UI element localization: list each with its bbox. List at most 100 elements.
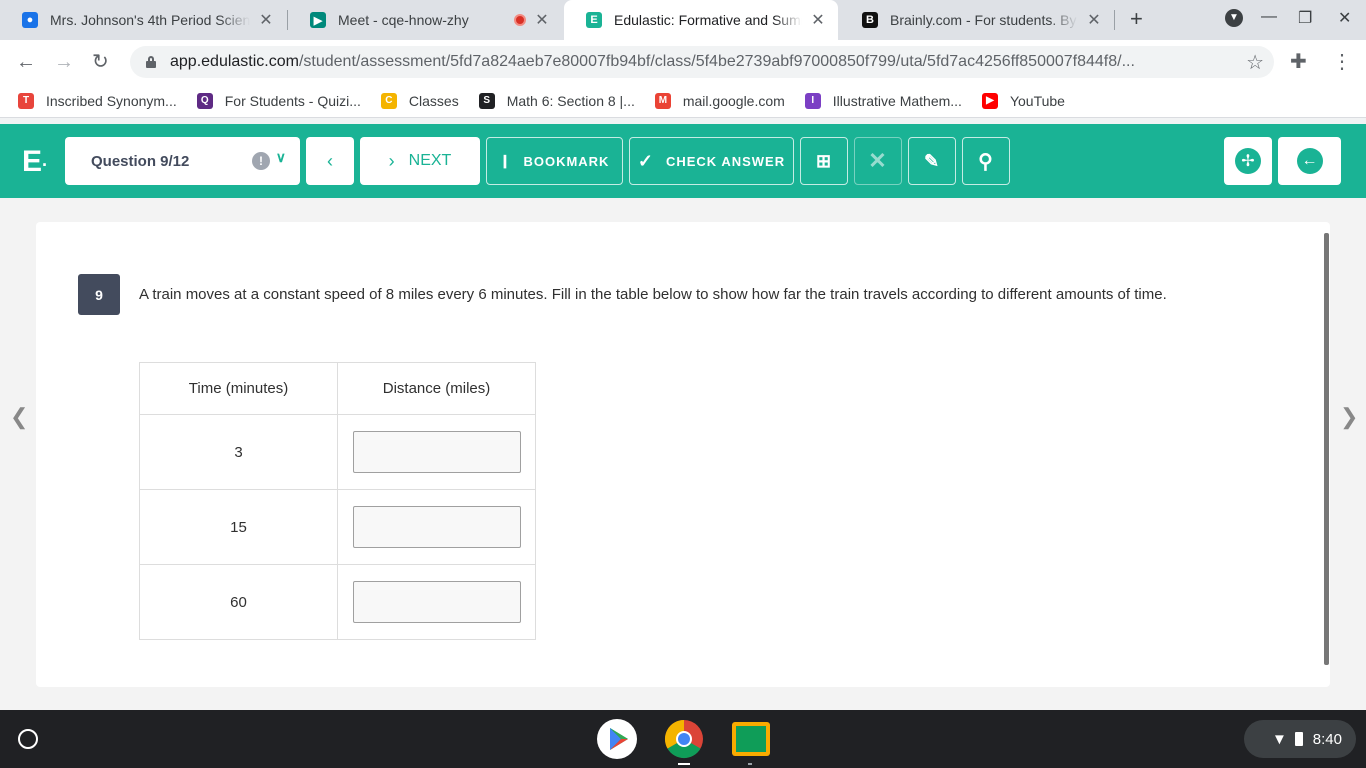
bookmark-item[interactable]: Q For Students - Quizi... xyxy=(196,92,361,109)
close-tab-icon[interactable]: ✕ xyxy=(808,10,828,30)
distance-input[interactable] xyxy=(352,506,521,548)
bookmark-favicon-icon: T xyxy=(18,92,34,109)
bookmark-label: Illustrative Mathem... xyxy=(832,92,962,109)
bookmark-item[interactable]: I Illustrative Mathem... xyxy=(804,92,962,109)
table-row: 60 xyxy=(139,564,536,640)
classroom-icon[interactable] xyxy=(732,722,770,756)
check-answer-button[interactable]: ✓ CHECK ANSWER xyxy=(629,137,794,185)
browser-tab-strip: ● Mrs. Johnson's 4th Period Science ✕ ▶ … xyxy=(0,0,1366,40)
close-window-icon[interactable]: ✕ xyxy=(1338,8,1351,28)
answer-eliminator-button[interactable]: ✕ xyxy=(854,137,902,185)
accessibility-icon: ✢ xyxy=(1235,148,1261,174)
new-tab-icon[interactable]: + xyxy=(1130,6,1143,32)
bookmarks-bar: T Inscribed Synonym... Q For Students - Qui… xyxy=(0,84,1366,118)
battery-icon xyxy=(1294,732,1303,746)
scratchpad-button[interactable]: ✎ xyxy=(908,137,956,185)
time-cell: 60 xyxy=(139,564,338,640)
bookmark-label: YouTube xyxy=(1009,92,1065,109)
tab-title: Edulastic: Formative and Summative xyxy=(614,12,802,28)
question-selector[interactable]: Question 9/12 ! ∨ xyxy=(65,137,300,185)
magnifier-icon: ⚲ xyxy=(978,150,994,173)
bookmark-label: For Students - Quizi... xyxy=(224,92,361,109)
meet-favicon-icon: ▶ xyxy=(310,12,326,28)
reload-icon[interactable]: ↻ xyxy=(92,50,109,74)
distance-input[interactable] xyxy=(352,581,521,623)
brainly-favicon-icon: B xyxy=(862,12,878,28)
back-arrow-icon[interactable]: ← xyxy=(16,50,36,74)
check-icon: ✓ xyxy=(637,150,654,171)
bookmark-favicon-icon: ▶ xyxy=(981,92,998,109)
assessment-header: E· Question 9/12 ! ∨ ‹ › NEXT ❙ BOOKMARK… xyxy=(0,124,1366,198)
status-area[interactable]: ▼ 8:40 xyxy=(1244,720,1356,758)
forward-arrow-icon[interactable]: → xyxy=(54,50,74,74)
close-tab-icon[interactable]: ✕ xyxy=(1084,10,1104,30)
time-cell: 3 xyxy=(139,414,338,490)
next-page-arrow-icon[interactable]: ❯ xyxy=(1340,404,1358,430)
recording-indicator-icon xyxy=(514,14,526,26)
scratchpad-icon: ✎ xyxy=(923,150,941,171)
tab-meet[interactable]: ▶ Meet - cqe-hnow-zhy ✕ xyxy=(288,0,562,40)
bookmark-label: Classes xyxy=(408,92,459,109)
chevron-down-icon: ∨ xyxy=(275,149,286,165)
bookmark-item[interactable]: C Classes xyxy=(380,92,459,109)
launcher-icon[interactable] xyxy=(18,729,38,749)
tab-brainly[interactable]: B Brainly.com - For students. By student… xyxy=(840,0,1114,40)
previous-page-arrow-icon[interactable]: ❮ xyxy=(10,404,28,430)
menu-icon[interactable]: ⋮ xyxy=(1332,50,1352,74)
tab-classroom[interactable]: ● Mrs. Johnson's 4th Period Science ✕ xyxy=(0,0,286,40)
bookmark-favicon-icon: I xyxy=(804,92,821,109)
assessment-content: ❮ ❯ 9 A train moves at a constant speed … xyxy=(0,198,1366,710)
bookmark-label: mail.google.com xyxy=(682,92,785,109)
table-row: 15 xyxy=(139,489,536,565)
bookmark-star-icon[interactable]: ☆ xyxy=(1246,50,1264,75)
bookmark-favicon-icon: Q xyxy=(196,92,213,109)
bookmark-item[interactable]: T Inscribed Synonym... xyxy=(18,92,177,109)
question-number-badge: 9 xyxy=(78,274,120,315)
bookmark-item[interactable]: ▶ YouTube xyxy=(981,92,1065,109)
play-store-icon[interactable] xyxy=(597,719,637,759)
tab-search-icon[interactable]: ▼ xyxy=(1225,9,1243,27)
calculator-button[interactable]: ⊞ xyxy=(800,137,848,185)
tab-title: Meet - cqe-hnow-zhy xyxy=(338,12,469,28)
calculator-icon: ⊞ xyxy=(815,150,833,171)
question-selector-label: Question 9/12 xyxy=(91,152,190,170)
restore-icon[interactable]: ❐ xyxy=(1298,8,1312,28)
bookmark-button[interactable]: ❙ BOOKMARK xyxy=(486,137,623,185)
next-button[interactable]: › NEXT xyxy=(360,137,480,185)
edulastic-logo: E· xyxy=(22,145,49,178)
minimize-icon[interactable]: — xyxy=(1261,8,1277,26)
bookmark-item[interactable]: S Math 6: Section 8 |... xyxy=(478,92,635,109)
check-answer-label: CHECK ANSWER xyxy=(665,153,786,169)
accessibility-button[interactable]: ✢ xyxy=(1224,137,1272,185)
tab-edulastic[interactable]: E Edulastic: Formative and Summative ✕ xyxy=(564,0,838,40)
close-icon: ✕ xyxy=(868,148,888,173)
distance-input[interactable] xyxy=(352,431,521,473)
chevron-right-icon: › xyxy=(388,150,395,171)
scrollbar[interactable] xyxy=(1324,233,1329,665)
browser-toolbar: ← → ↻ app.edulastic.com/student/assessme… xyxy=(0,40,1366,84)
next-label: NEXT xyxy=(408,152,452,169)
magnifier-button[interactable]: ⚲ xyxy=(962,137,1010,185)
bookmark-label: BOOKMARK xyxy=(523,153,610,169)
bookmark-favicon-icon: M xyxy=(654,92,671,109)
address-bar[interactable]: app.edulastic.com/student/assessment/5fd… xyxy=(130,46,1274,78)
bookmark-label: Inscribed Synonym... xyxy=(46,92,177,109)
lock-icon xyxy=(146,56,156,68)
distance-cell xyxy=(337,564,536,640)
close-tab-icon[interactable]: ✕ xyxy=(256,10,276,30)
classroom-favicon-icon: ● xyxy=(22,12,38,28)
chrome-icon[interactable] xyxy=(664,719,704,759)
exit-button[interactable]: ← xyxy=(1278,137,1341,185)
system-shelf: ▼ 8:40 xyxy=(0,710,1366,768)
url-host: app.edulastic.com xyxy=(170,53,299,70)
bookmark-item[interactable]: Mmail.google.com xyxy=(654,92,785,109)
extensions-icon[interactable]: ✚ xyxy=(1290,50,1307,74)
tab-title: Brainly.com - For students. By students. xyxy=(890,12,1078,28)
question-text: A train moves at a constant speed of 8 m… xyxy=(139,286,1167,303)
exit-arrow-icon: ← xyxy=(1296,148,1323,174)
close-tab-icon[interactable]: ✕ xyxy=(532,10,552,30)
previous-button[interactable]: ‹ xyxy=(306,137,354,185)
classroom-running-indicator xyxy=(748,763,752,765)
column-header-time: Time (minutes) xyxy=(139,362,338,415)
table-row: 3 xyxy=(139,414,536,490)
